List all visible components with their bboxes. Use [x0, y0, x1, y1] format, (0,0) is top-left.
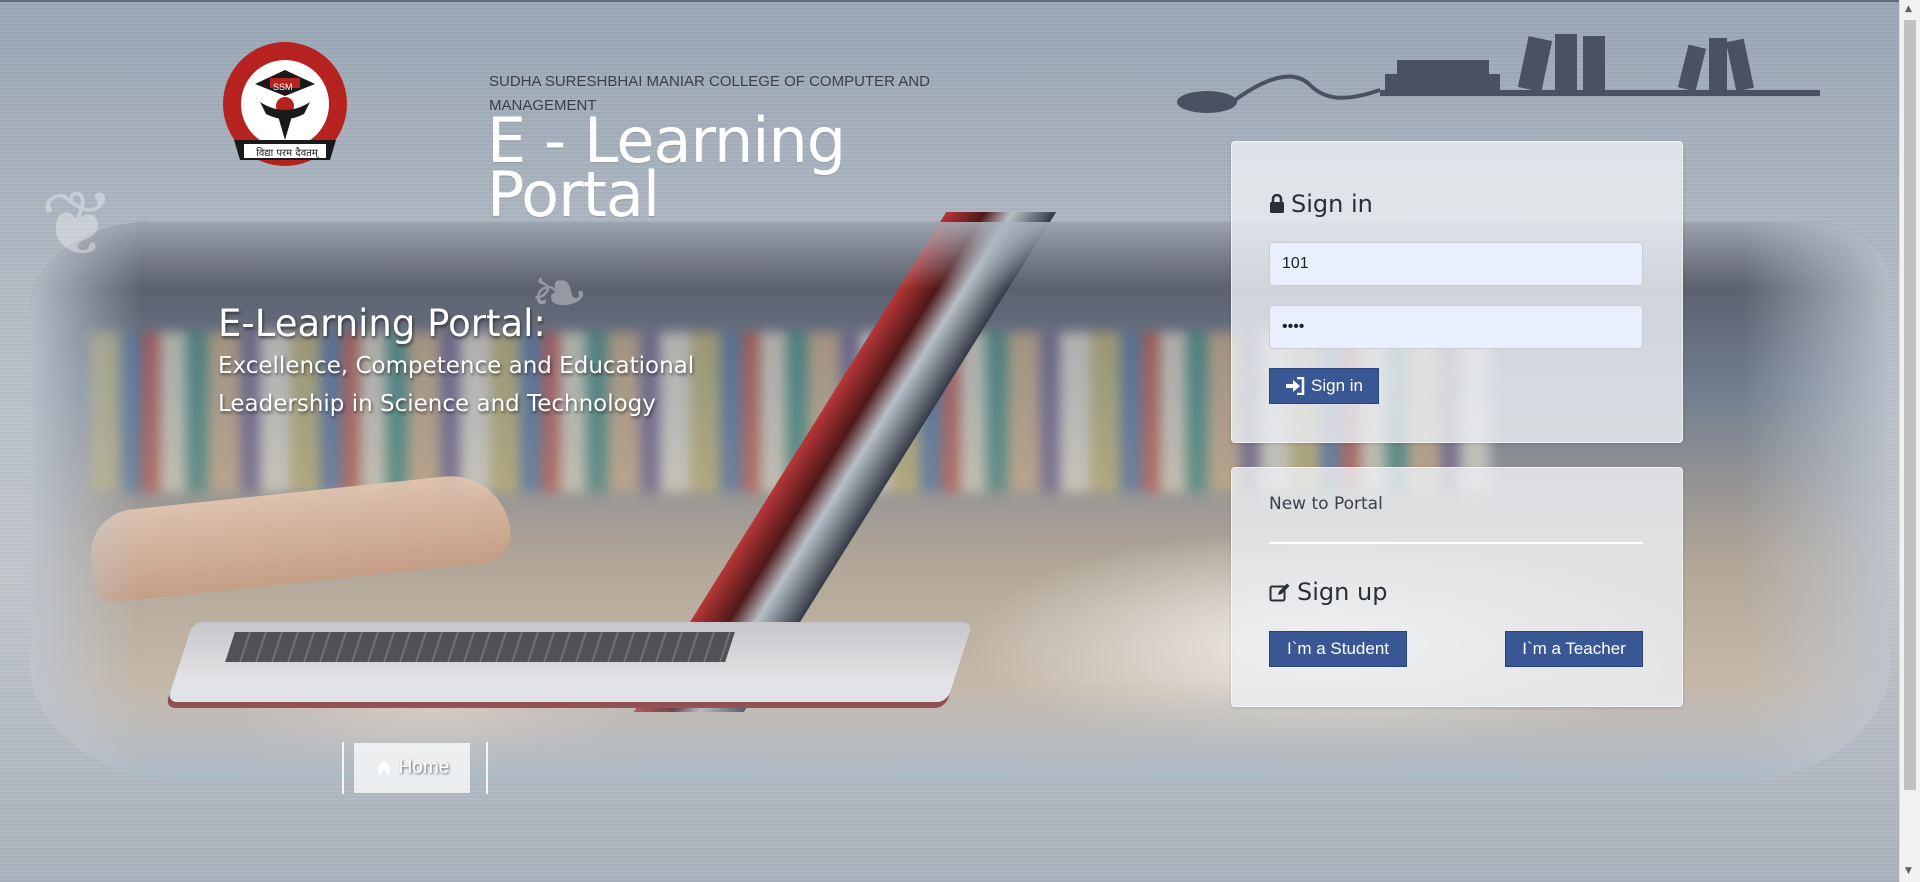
signup-divider: [1269, 542, 1643, 544]
swirl-ornament: ❦: [40, 172, 116, 277]
tagline-title: E-Learning Portal:: [218, 302, 546, 345]
sign-in-icon: [1286, 377, 1305, 395]
signin-button[interactable]: Sign in: [1269, 368, 1379, 404]
signup-title: Sign up: [1269, 578, 1387, 606]
home-icon: [375, 761, 392, 775]
logo-badge: SSM: [273, 82, 293, 92]
logo-motto: विद्या परम दैवतम्: [256, 148, 318, 159]
signin-title-text: Sign in: [1291, 190, 1373, 218]
student-signup-button[interactable]: I`m a Student: [1269, 631, 1407, 667]
tagline-subtitle: Excellence, Competence and Educational L…: [218, 353, 695, 417]
lock-icon: [1270, 194, 1284, 213]
main-nav: Home: [342, 742, 488, 794]
scrollbar-thumb[interactable]: [1904, 20, 1916, 790]
page-background: ❦ ❧ SSM विद्या परम दैवतम् SUDHA SURESHBH…: [0, 0, 1900, 882]
books-shelf-illustration: [1177, 34, 1820, 113]
signup-panel: New to Portal Sign up I`m a Student I`m …: [1231, 467, 1683, 707]
edit-icon: [1269, 583, 1290, 602]
home-nav-button[interactable]: Home: [354, 743, 470, 793]
signin-title: Sign in: [1269, 190, 1373, 218]
signup-title-text: Sign up: [1297, 578, 1388, 606]
scroll-down-icon[interactable]: ▼: [1905, 866, 1912, 876]
new-to-portal-label: New to Portal: [1269, 494, 1383, 514]
home-nav-label: Home: [398, 757, 450, 778]
scroll-up-icon[interactable]: ▲: [1905, 4, 1912, 14]
signin-button-label: Sign in: [1311, 376, 1363, 395]
portal-title: E - Learning Portal: [487, 110, 907, 226]
signin-panel: Sign in Sign in: [1231, 141, 1683, 443]
username-input[interactable]: [1269, 242, 1643, 286]
teacher-signup-button[interactable]: I`m a Teacher: [1505, 631, 1643, 667]
password-input[interactable]: [1269, 305, 1643, 349]
vertical-scrollbar[interactable]: ▲ ▼: [1899, 0, 1920, 882]
